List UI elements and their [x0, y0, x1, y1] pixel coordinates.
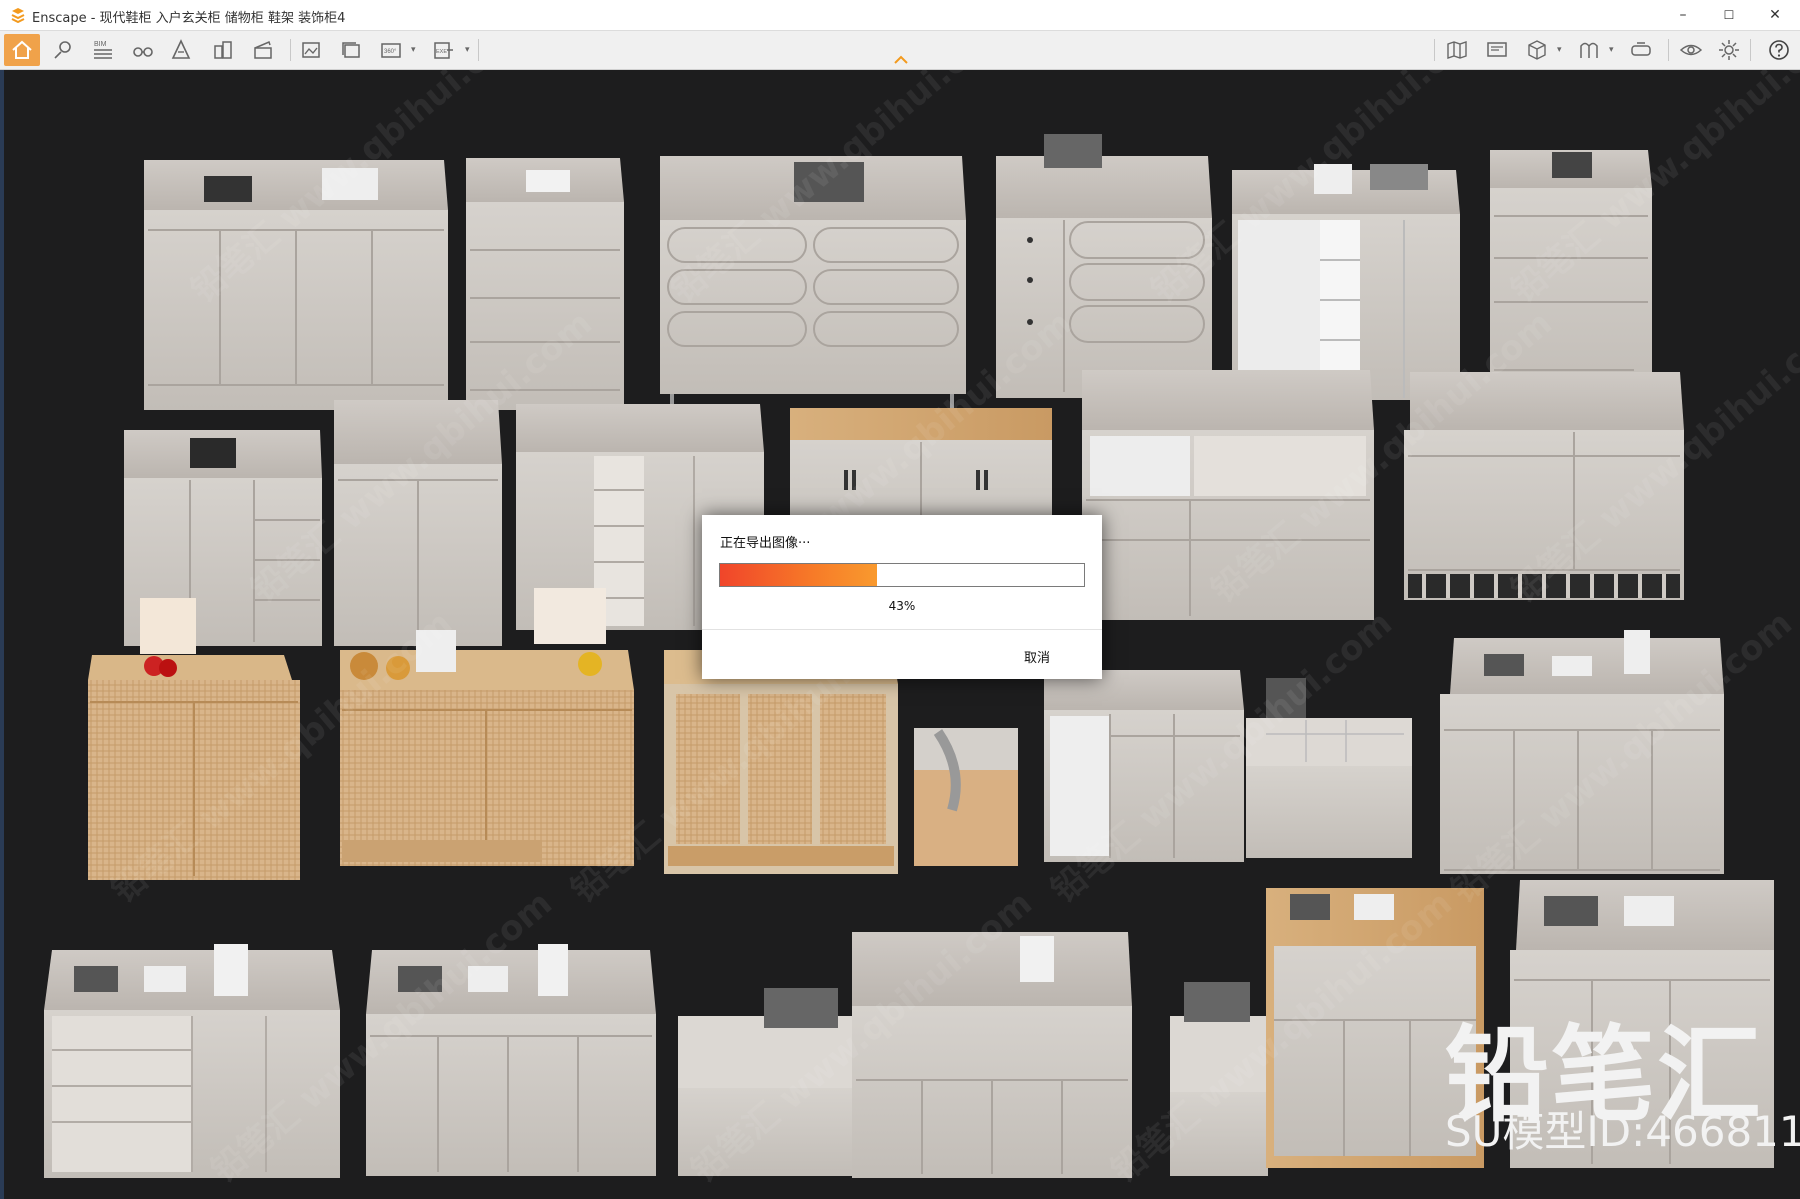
maximize-button[interactable]: ☐: [1706, 0, 1752, 30]
cube-button[interactable]: [1522, 35, 1552, 65]
monitor-button[interactable]: [1482, 35, 1512, 65]
toolbar-separator: [478, 39, 479, 61]
cabinet-20[interactable]: [852, 932, 1132, 1178]
cube-icon: [1528, 40, 1546, 60]
cabinet-16[interactable]: [1044, 670, 1244, 862]
svg-text:360°: 360°: [384, 49, 397, 55]
cabinet-15[interactable]: [664, 650, 898, 874]
buildings-icon: [214, 41, 232, 59]
title-bar: Enscape - 现代鞋柜 入户玄关柜 储物柜 鞋架 装饰柜4 – ☐ ✕: [0, 0, 1800, 31]
batch-image-icon: [342, 42, 360, 58]
cabinet-01[interactable]: [144, 160, 448, 410]
close-button[interactable]: ✕: [1752, 0, 1798, 30]
toolbar: BIM 360° ▾ EXE ▾ ▾ ▾: [0, 31, 1800, 70]
enscape-logo-icon: [11, 8, 25, 23]
toolbar-separator: [1668, 39, 1669, 61]
cabinet-08[interactable]: [334, 400, 502, 646]
cabinet-05[interactable]: [1232, 164, 1460, 400]
screenshot-button[interactable]: [296, 35, 326, 65]
cancel-button[interactable]: 取消: [1024, 647, 1050, 666]
bim-icon: BIM: [94, 41, 112, 59]
panorama-360-icon: 360°: [381, 43, 401, 58]
cabinet-17[interactable]: [1440, 630, 1724, 874]
map-pin-icon: [54, 41, 71, 59]
toolbar-separator: [290, 39, 291, 61]
collapse-toolbar-icon[interactable]: [893, 54, 909, 64]
chevron-down-icon[interactable]: ▾: [1609, 45, 1614, 55]
cabinet-11[interactable]: [1082, 370, 1374, 620]
window-title: Enscape - 现代鞋柜 入户玄关柜 储物柜 鞋架 装饰柜4: [32, 11, 346, 26]
clapperboard-icon: [254, 40, 272, 59]
cabinet-06[interactable]: [1490, 150, 1652, 400]
chevron-down-icon[interactable]: ▾: [411, 45, 416, 55]
svg-text:BIM: BIM: [94, 41, 107, 48]
help-button[interactable]: [1764, 35, 1794, 65]
gear-icon: [1719, 40, 1739, 60]
home-icon: [12, 40, 32, 59]
exe-export-icon: EXE: [434, 42, 453, 59]
bench-03[interactable]: [678, 988, 852, 1176]
dialog-divider: [702, 629, 1102, 630]
arches-icon: [1580, 42, 1598, 58]
vr-headset-icon: [1631, 42, 1651, 56]
binoculars-button[interactable]: [128, 35, 158, 65]
map-view-button[interactable]: [1442, 35, 1472, 65]
cone-icon: [171, 39, 191, 59]
binoculars-icon: [133, 47, 153, 57]
panorama-button[interactable]: 360°: [376, 35, 406, 65]
chevron-down-icon[interactable]: ▾: [465, 45, 470, 55]
views-button[interactable]: [48, 35, 78, 65]
asset-library-button[interactable]: [166, 35, 196, 65]
chevron-down-icon[interactable]: ▾: [1557, 45, 1562, 55]
monitor-icon: [1487, 42, 1507, 57]
asset-button[interactable]: [1574, 35, 1604, 65]
model-id-watermark: SU模型ID:466811: [1445, 1107, 1800, 1156]
cabinet-21[interactable]: [1170, 888, 1484, 1176]
bench-02[interactable]: [1246, 678, 1412, 858]
bench-01[interactable]: [914, 728, 1018, 866]
eye-icon: [1679, 44, 1703, 56]
book-decor: [322, 168, 378, 200]
cabinet-18[interactable]: [44, 944, 340, 1178]
progress-percent: 43%: [888, 599, 916, 613]
dialog-title: 正在导出图像···: [720, 536, 811, 551]
visual-settings-button[interactable]: [1676, 35, 1706, 65]
progress-fill: [720, 564, 877, 586]
image-export-icon: [302, 42, 320, 58]
cabinet-12[interactable]: [1404, 372, 1684, 600]
batch-render-button[interactable]: [336, 35, 366, 65]
svg-text:EXE: EXE: [436, 49, 447, 55]
cabinet-04[interactable]: [996, 134, 1212, 398]
map-icon: [1447, 41, 1467, 59]
bim-button[interactable]: BIM: [88, 35, 118, 65]
clapper-button[interactable]: [248, 35, 278, 65]
toolbar-separator: [1434, 39, 1435, 61]
exe-export-button[interactable]: EXE: [428, 35, 458, 65]
cabinet-02[interactable]: [466, 158, 624, 410]
buildings-button[interactable]: [208, 35, 238, 65]
cabinet-19[interactable]: [366, 944, 656, 1176]
settings-button[interactable]: [1714, 35, 1744, 65]
help-icon: [1769, 40, 1789, 60]
home-button[interactable]: [4, 34, 40, 66]
export-progress-dialog: 正在导出图像··· 43% 取消: [702, 515, 1102, 679]
cabinet-03[interactable]: [660, 156, 966, 410]
export-progress-bar: [719, 563, 1085, 587]
vr-button[interactable]: [1626, 35, 1656, 65]
minimize-button[interactable]: –: [1660, 0, 1706, 30]
book-decor: [204, 176, 252, 202]
toolbar-separator: [1750, 39, 1751, 61]
